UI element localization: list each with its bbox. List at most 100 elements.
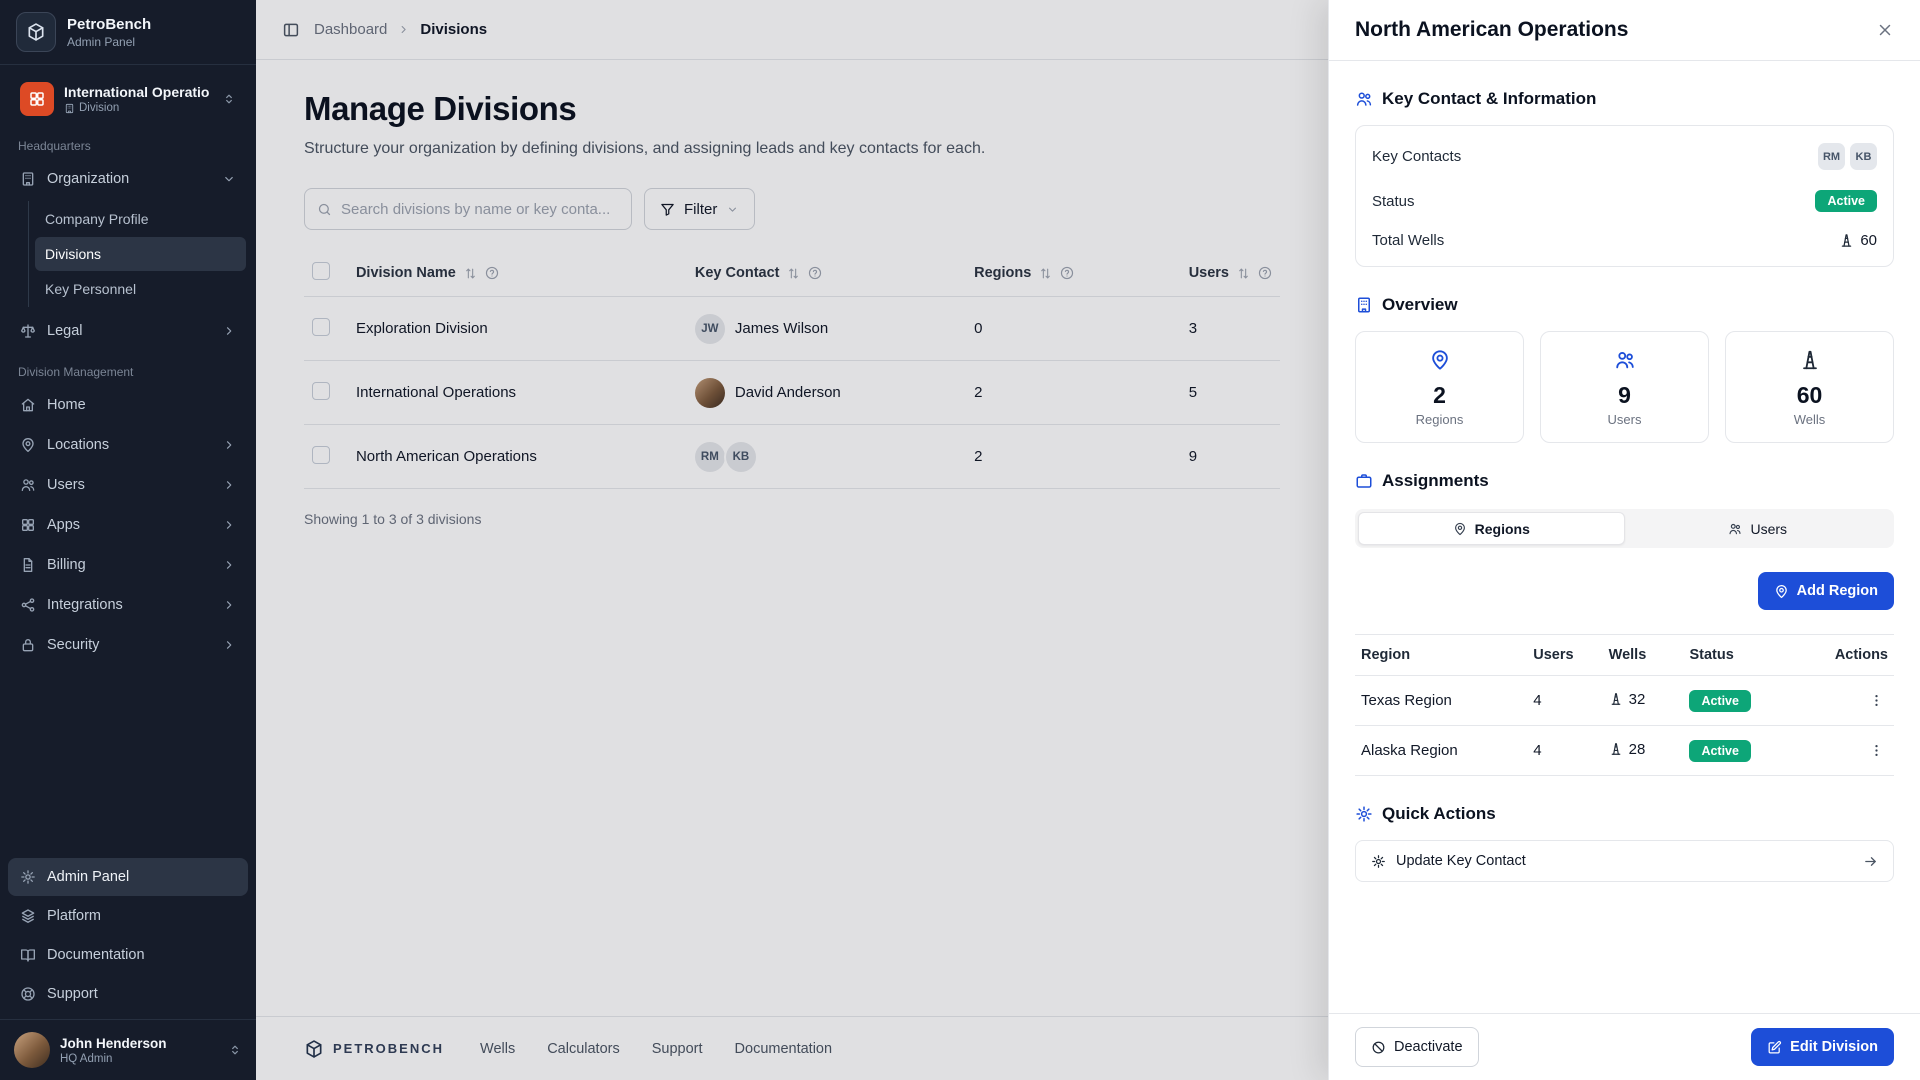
edit-division-button[interactable]: Edit Division — [1751, 1028, 1894, 1066]
assignments-tabs: Regions Users — [1355, 509, 1894, 548]
chevron-right-icon — [222, 598, 236, 612]
close-button[interactable] — [1872, 17, 1898, 43]
sidebar-item-locations[interactable]: Locations — [8, 426, 248, 464]
lock-icon — [20, 637, 36, 653]
chevrons-up-down-icon — [222, 92, 236, 106]
modal-overlay[interactable] — [256, 0, 1328, 1080]
map-pin-icon — [20, 437, 36, 453]
sidebar-item-billing[interactable]: Billing — [8, 546, 248, 584]
add-region-row: Add Region — [1355, 572, 1894, 610]
gear-icon — [1355, 805, 1373, 823]
users-icon — [1614, 349, 1636, 371]
contact-chip: RM — [1818, 143, 1845, 170]
brand-name: PetroBench — [67, 16, 151, 33]
sidebar-item-integrations[interactable]: Integrations — [8, 586, 248, 624]
sidebar-item-documentation[interactable]: Documentation — [8, 936, 248, 974]
deactivate-button[interactable]: Deactivate — [1355, 1027, 1479, 1067]
org-name: International Operatio — [64, 84, 212, 100]
sidebar-bottom: Admin Panel Platform Documentation Suppo… — [0, 851, 256, 1080]
user-role: HQ Admin — [60, 1053, 218, 1065]
sidebar-item-security[interactable]: Security — [8, 626, 248, 664]
briefcase-icon — [1355, 472, 1373, 490]
map-pin-icon — [1774, 584, 1789, 599]
org-selector[interactable]: International Operatio Division — [12, 75, 244, 123]
chevron-right-icon — [222, 558, 236, 572]
app-root: PetroBench Admin Panel International Ope… — [0, 0, 1920, 1080]
users-icon — [1728, 522, 1742, 536]
row-actions-button[interactable] — [1865, 689, 1888, 712]
section-key-contact-heading: Key Contact & Information — [1355, 89, 1894, 109]
row-actions-button[interactable] — [1865, 739, 1888, 762]
chevron-right-icon — [222, 324, 236, 338]
region-users: 4 — [1527, 726, 1602, 776]
user-name: John Henderson — [60, 1036, 218, 1051]
key-contact-chips: RM KB — [1818, 143, 1877, 170]
sidebar-nav-headquarters: Organization Company Profile Divisions K… — [0, 159, 256, 351]
update-key-contact-button[interactable]: Update Key Contact — [1355, 840, 1894, 882]
status-badge: Active — [1689, 690, 1751, 712]
petrobench-logo-icon — [16, 12, 56, 52]
drawer-footer: Deactivate Edit Division — [1329, 1013, 1920, 1080]
column-header-users: Users — [1527, 635, 1602, 676]
info-row-status: Status Active — [1356, 180, 1893, 222]
column-header-region: Region — [1355, 635, 1527, 676]
drawer-header: North American Operations — [1329, 0, 1920, 61]
sidebar-item-company-profile[interactable]: Company Profile — [35, 202, 246, 236]
org-grid-icon — [20, 82, 54, 116]
section-quick-actions-heading: Quick Actions — [1355, 804, 1894, 824]
layers-icon — [20, 908, 36, 924]
building-icon — [1355, 296, 1373, 314]
chevrons-up-down-icon — [228, 1043, 242, 1057]
users-icon — [1355, 90, 1373, 108]
sidebar-item-apps[interactable]: Apps — [8, 506, 248, 544]
region-users: 4 — [1527, 676, 1602, 726]
share-icon — [20, 597, 36, 613]
scale-icon — [20, 323, 36, 339]
arrow-right-icon — [1863, 854, 1878, 869]
tab-regions[interactable]: Regions — [1358, 512, 1625, 545]
stat-card-wells: 60 Wells — [1725, 331, 1894, 443]
user-menu[interactable]: John Henderson HQ Admin — [0, 1019, 256, 1080]
users-icon — [20, 477, 36, 493]
section-overview-heading: Overview — [1355, 295, 1894, 315]
key-contact-card: Key Contacts RM KB Status Active Total W… — [1355, 125, 1894, 267]
overview-stats: 2 Regions 9 Users 60 Wells — [1355, 331, 1894, 443]
lifebuoy-icon — [20, 986, 36, 1002]
brand-subtitle: Admin Panel — [67, 35, 151, 49]
sidebar: PetroBench Admin Panel International Ope… — [0, 0, 256, 1080]
column-header-wells: Wells — [1603, 635, 1684, 676]
avatar — [14, 1032, 50, 1068]
sidebar-item-key-personnel[interactable]: Key Personnel — [35, 272, 246, 306]
org-type: Division — [64, 102, 212, 114]
book-icon — [20, 947, 36, 963]
close-icon — [1876, 21, 1894, 39]
status-badge: Active — [1815, 190, 1877, 212]
region-name: Alaska Region — [1355, 726, 1527, 776]
sidebar-item-divisions[interactable]: Divisions — [35, 237, 246, 271]
drawer-title: North American Operations — [1355, 18, 1628, 42]
sidebar-item-legal[interactable]: Legal — [8, 312, 248, 350]
sidebar-item-home[interactable]: Home — [8, 386, 248, 424]
map-pin-icon — [1453, 522, 1467, 536]
sidebar-item-organization[interactable]: Organization — [8, 160, 248, 198]
dots-vertical-icon — [1869, 693, 1884, 708]
gear-icon — [1371, 854, 1386, 869]
sidebar-item-admin-panel[interactable]: Admin Panel — [8, 858, 248, 896]
file-icon — [20, 557, 36, 573]
brand: PetroBench Admin Panel — [0, 0, 256, 65]
sidebar-item-platform[interactable]: Platform — [8, 897, 248, 935]
region-wells: 32 — [1609, 691, 1646, 708]
region-name: Texas Region — [1355, 676, 1527, 726]
sidebar-item-users[interactable]: Users — [8, 466, 248, 504]
contact-chip: KB — [1850, 143, 1877, 170]
chevron-right-icon — [222, 518, 236, 532]
derrick-icon — [1799, 349, 1821, 371]
add-region-button[interactable]: Add Region — [1758, 572, 1894, 610]
drawer-body: Key Contact & Information Key Contacts R… — [1329, 61, 1920, 1013]
derrick-icon — [1839, 233, 1854, 248]
tab-users[interactable]: Users — [1625, 512, 1892, 545]
stat-card-regions: 2 Regions — [1355, 331, 1524, 443]
column-header-status: Status — [1683, 635, 1828, 676]
sidebar-item-support[interactable]: Support — [8, 975, 248, 1013]
info-row-total-wells: Total Wells 60 — [1356, 222, 1893, 259]
